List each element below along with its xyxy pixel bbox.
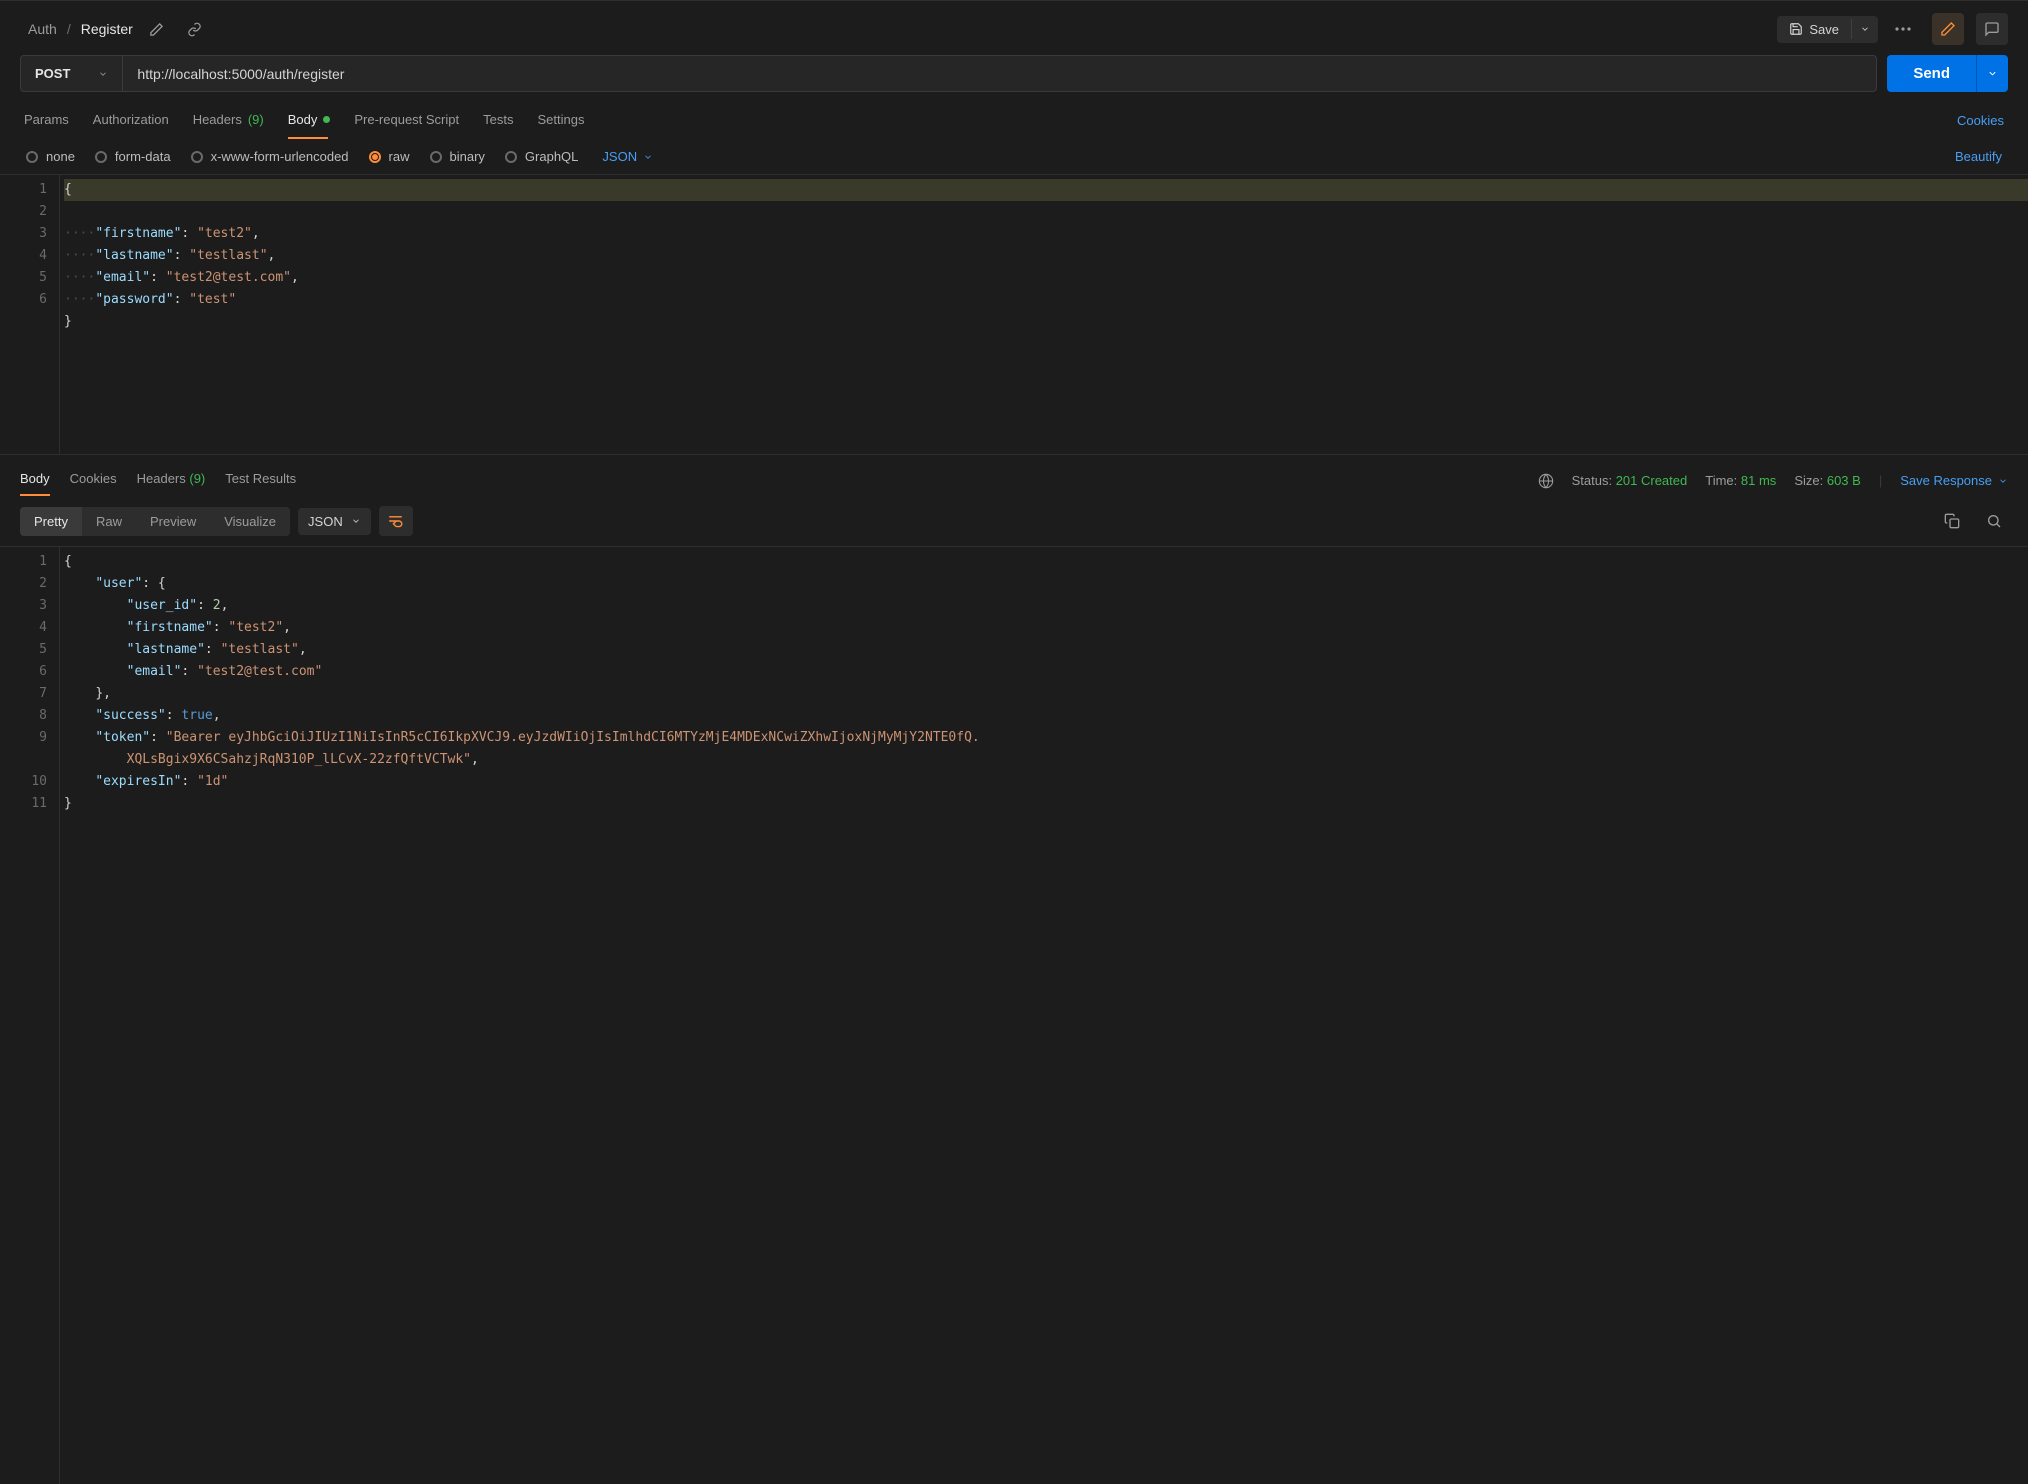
body-indicator-icon <box>323 116 330 123</box>
status-label: Status: 201 Created <box>1572 473 1688 488</box>
bodytype-form-data[interactable]: form-data <box>95 149 171 164</box>
save-dropdown[interactable] <box>1852 18 1878 40</box>
response-view-segment: Pretty Raw Preview Visualize <box>20 507 290 536</box>
tab-prerequest[interactable]: Pre-request Script <box>354 102 459 139</box>
breadcrumb-separator: / <box>67 21 71 37</box>
response-body-editor[interactable]: 123456789 1011 { "user": { "user_id": 2,… <box>0 546 2028 1484</box>
request-gutter: 123456 <box>0 175 60 454</box>
save-label: Save <box>1809 22 1839 37</box>
comment-icon[interactable] <box>1976 13 2008 45</box>
request-body-editor[interactable]: 123456 { ····"firstname": "test2", ····"… <box>0 174 2028 454</box>
resp-tab-headers[interactable]: Headers (9) <box>137 465 206 496</box>
save-response-button[interactable]: Save Response <box>1900 473 2008 488</box>
tab-authorization[interactable]: Authorization <box>93 102 169 139</box>
resp-tab-cookies[interactable]: Cookies <box>70 465 117 496</box>
code-icon[interactable] <box>1932 13 1964 45</box>
breadcrumb: Auth / Register <box>28 15 209 43</box>
method-select[interactable]: POST <box>21 56 123 91</box>
cookies-link[interactable]: Cookies <box>1957 113 2004 128</box>
tab-params[interactable]: Params <box>24 102 69 139</box>
view-raw[interactable]: Raw <box>82 507 136 536</box>
tab-headers[interactable]: Headers (9) <box>193 102 264 139</box>
tab-settings[interactable]: Settings <box>537 102 584 139</box>
bodytype-graphql[interactable]: GraphQL <box>505 149 578 164</box>
view-preview[interactable]: Preview <box>136 507 210 536</box>
beautify-link[interactable]: Beautify <box>1955 149 2002 164</box>
resp-tab-body[interactable]: Body <box>20 465 50 496</box>
save-button-group: Save <box>1777 16 1878 43</box>
view-pretty[interactable]: Pretty <box>20 507 82 536</box>
resp-tab-test-results[interactable]: Test Results <box>225 465 296 496</box>
tab-tests[interactable]: Tests <box>483 102 513 139</box>
method-label: POST <box>35 66 70 81</box>
resp-headers-count: (9) <box>189 471 205 486</box>
bodytype-xwww[interactable]: x-www-form-urlencoded <box>191 149 349 164</box>
globe-icon[interactable] <box>1538 473 1554 489</box>
bodytype-none[interactable]: none <box>26 149 75 164</box>
response-gutter: 123456789 1011 <box>0 547 60 1484</box>
headers-count: (9) <box>248 112 264 127</box>
response-code: { "user": { "user_id": 2, "firstname": "… <box>60 547 2028 1484</box>
tab-body[interactable]: Body <box>288 102 331 139</box>
breadcrumb-current[interactable]: Register <box>81 21 133 37</box>
link-icon[interactable] <box>181 15 209 43</box>
view-visualize[interactable]: Visualize <box>210 507 290 536</box>
send-dropdown[interactable] <box>1976 55 2008 92</box>
bodytype-binary[interactable]: binary <box>430 149 485 164</box>
search-icon[interactable] <box>1980 507 2008 535</box>
time-label: Time: 81 ms <box>1705 473 1776 488</box>
body-format-select[interactable]: JSON <box>602 149 653 164</box>
size-label: Size: 603 B <box>1794 473 1861 488</box>
response-format-select[interactable]: JSON <box>298 508 371 535</box>
edit-icon[interactable] <box>143 15 171 43</box>
bodytype-raw[interactable]: raw <box>369 149 410 164</box>
request-code[interactable]: { ····"firstname": "test2", ····"lastnam… <box>60 175 2028 454</box>
save-button[interactable]: Save <box>1777 16 1851 43</box>
send-button[interactable]: Send <box>1887 55 1976 92</box>
wrap-lines-icon[interactable] <box>379 506 413 536</box>
url-input[interactable] <box>123 56 1876 91</box>
more-icon[interactable] <box>1886 15 1920 43</box>
copy-icon[interactable] <box>1938 507 1966 535</box>
breadcrumb-parent[interactable]: Auth <box>28 21 57 37</box>
